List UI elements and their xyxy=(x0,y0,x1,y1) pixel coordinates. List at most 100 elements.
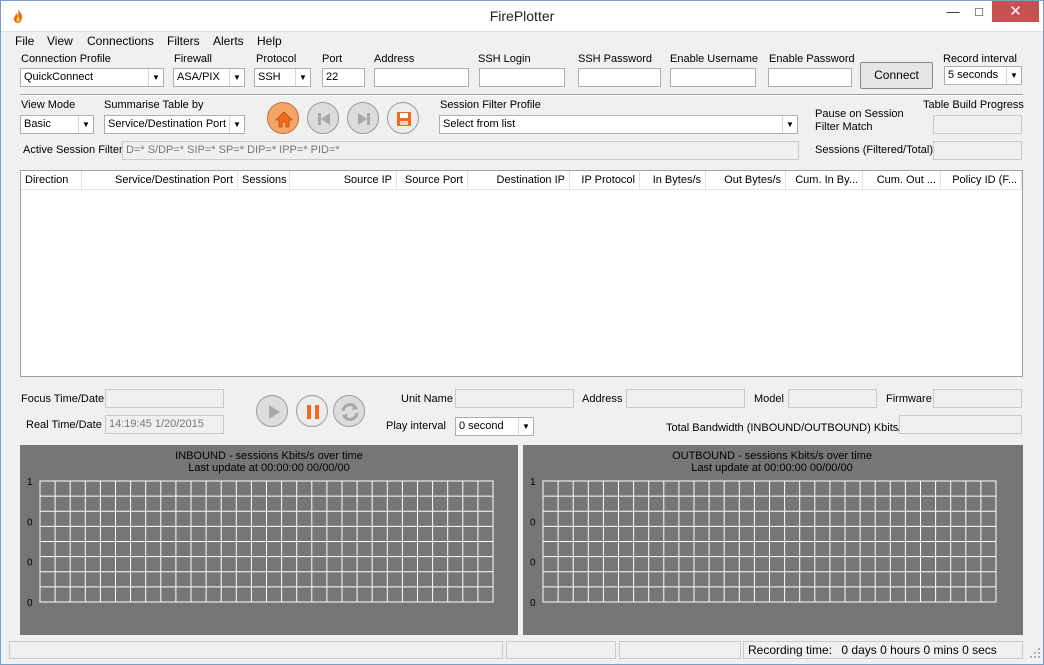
inbound-graph-title-line: INBOUND - sessions Kbits/s over time xyxy=(175,450,363,462)
inbound-y-tick-label: 0 xyxy=(27,517,33,528)
play-interval-value: 0 second xyxy=(459,420,504,432)
sessions-filtered-total-field xyxy=(933,141,1022,160)
outbound-graph-title-line: OUTBOUND - sessions Kbits/s over time xyxy=(672,450,872,462)
unit-address-field xyxy=(626,389,745,408)
status-cell-2 xyxy=(506,641,616,659)
inbound-graph: 1 0 0 0 INBOUND - sessions Kbits/s over tim… xyxy=(20,445,518,635)
ssh-password-input[interactable] xyxy=(578,68,661,87)
view-mode-value: Basic xyxy=(24,118,51,130)
column-header-ip-protocol[interactable]: IP Protocol xyxy=(570,171,640,190)
inbound-y-tick-label: 0 xyxy=(27,558,33,569)
column-header-cum-in[interactable]: Cum. In By... xyxy=(786,171,863,190)
column-header-direction[interactable]: Direction xyxy=(21,171,82,190)
ssh-password-label: SSH Password xyxy=(578,53,652,65)
minimize-button[interactable]: — xyxy=(940,1,966,22)
connect-button[interactable]: Connect xyxy=(860,62,933,89)
outbound-y-tick-label: 0 xyxy=(530,598,536,609)
menu-file[interactable]: File xyxy=(15,34,34,48)
play-icon xyxy=(269,405,280,419)
focus-time-field xyxy=(105,389,224,408)
protocol-select[interactable]: SSH ▼ xyxy=(254,68,311,87)
sessions-table[interactable]: Direction Service/Destination Port Sessi… xyxy=(20,170,1023,377)
real-time-field: 14:19:45 1/20/2015 xyxy=(105,415,224,434)
chevron-down-icon: ▼ xyxy=(229,69,244,86)
connection-profile-value: QuickConnect xyxy=(24,71,94,83)
play-interval-label: Play interval xyxy=(386,420,446,432)
home-button[interactable] xyxy=(267,102,299,134)
fireplotter-window: FirePlotter — □ ✕ File View Connections … xyxy=(0,0,1044,665)
firewall-label: Firewall xyxy=(174,53,212,65)
unit-name-field xyxy=(455,389,574,408)
status-bar: Recording time: 0 days 0 hours 0 mins 0 … xyxy=(1,639,1043,664)
table-build-progress-label: Table Build Progress xyxy=(923,99,1024,111)
chevron-down-icon: ▼ xyxy=(229,116,244,133)
save-button[interactable] xyxy=(387,102,419,134)
unit-name-label: Unit Name xyxy=(401,393,453,405)
skip-back-button[interactable] xyxy=(307,102,339,134)
maximize-button[interactable]: □ xyxy=(966,1,992,22)
chevron-down-icon: ▼ xyxy=(78,116,93,133)
column-header-policy-id[interactable]: Policy ID (F... xyxy=(941,171,1022,190)
summarise-table-label: Summarise Table by xyxy=(104,99,204,111)
close-button[interactable]: ✕ xyxy=(992,1,1039,22)
menu-help[interactable]: Help xyxy=(257,34,282,48)
recording-time-value: 0 days 0 hours 0 mins 0 secs xyxy=(841,643,997,657)
outbound-y-tick-label: 0 xyxy=(530,558,536,569)
column-header-sessions[interactable]: Sessions xyxy=(238,171,290,190)
status-cell-3 xyxy=(619,641,741,659)
pause-on-match-label: Pause on Session xyxy=(815,108,904,120)
pause-on-match-label-2: Filter Match xyxy=(815,121,873,133)
outbound-graph-title: OUTBOUND - sessions Kbits/s over time La… xyxy=(523,450,1021,474)
address-input[interactable] xyxy=(374,68,469,87)
session-filter-profile-value: Select from list xyxy=(443,118,516,130)
outbound-y-tick-label: 1 xyxy=(530,477,536,488)
record-interval-select[interactable]: 5 seconds ▼ xyxy=(944,66,1022,85)
inbound-graph-title: INBOUND - sessions Kbits/s over time Las… xyxy=(20,450,518,474)
outbound-y-tick-label: 0 xyxy=(530,517,536,528)
outbound-graph-last-update: Last update at 00:00:00 00/00/00 xyxy=(691,462,853,474)
model-label: Model xyxy=(754,393,784,405)
firewall-select[interactable]: ASA/PIX ▼ xyxy=(173,68,245,87)
enable-password-label: Enable Password xyxy=(769,53,855,65)
session-filter-profile-select[interactable]: Select from list ▼ xyxy=(439,115,798,134)
summarise-table-select[interactable]: Service/Destination Port ▼ xyxy=(104,115,245,134)
resize-grip-icon[interactable] xyxy=(1029,647,1041,659)
port-input[interactable]: 22 xyxy=(322,68,365,87)
inbound-graph-last-update: Last update at 00:00:00 00/00/00 xyxy=(188,462,350,474)
column-header-in-bytes[interactable]: In Bytes/s xyxy=(640,171,706,190)
active-session-filter-label: Active Session Filter xyxy=(23,144,123,156)
column-header-source-port[interactable]: Source Port xyxy=(397,171,468,190)
play-interval-select[interactable]: 0 second ▼ xyxy=(455,417,534,436)
skip-forward-icon xyxy=(358,113,370,125)
column-header-source-ip[interactable]: Source IP xyxy=(290,171,397,190)
recording-time-label: Recording time: xyxy=(748,643,833,657)
window-title: FirePlotter xyxy=(489,8,555,24)
column-header-cum-out[interactable]: Cum. Out ... xyxy=(863,171,941,190)
pause-button[interactable] xyxy=(296,395,328,427)
menu-view[interactable]: View xyxy=(47,34,73,48)
column-header-out-bytes[interactable]: Out Bytes/s xyxy=(706,171,786,190)
enable-username-input[interactable] xyxy=(670,68,756,87)
enable-password-input[interactable] xyxy=(768,68,852,87)
menu-connections[interactable]: Connections xyxy=(87,34,154,48)
ssh-login-label: SSH Login xyxy=(478,53,531,65)
recording-time: Recording time: 0 days 0 hours 0 mins 0 … xyxy=(743,641,1023,659)
focus-time-label: Focus Time/Date xyxy=(21,393,105,405)
connection-profile-select[interactable]: QuickConnect ▼ xyxy=(20,68,164,87)
model-field xyxy=(788,389,877,408)
protocol-label: Protocol xyxy=(256,53,297,65)
skip-forward-button[interactable] xyxy=(347,102,379,134)
refresh-button[interactable] xyxy=(333,395,365,427)
view-mode-select[interactable]: Basic ▼ xyxy=(20,115,94,134)
column-header-service-port[interactable]: Service/Destination Port xyxy=(82,171,238,190)
chevron-down-icon: ▼ xyxy=(518,418,533,435)
ssh-login-input[interactable] xyxy=(479,68,565,87)
real-time-label: Real Time/Date xyxy=(26,419,102,431)
refresh-icon xyxy=(341,403,359,421)
menu-filters[interactable]: Filters xyxy=(167,34,200,48)
column-header-destination-ip[interactable]: Destination IP xyxy=(468,171,570,190)
menu-alerts[interactable]: Alerts xyxy=(213,34,244,48)
protocol-value: SSH xyxy=(258,71,281,83)
record-interval-label: Record interval xyxy=(943,53,1017,65)
play-button[interactable] xyxy=(256,395,288,427)
